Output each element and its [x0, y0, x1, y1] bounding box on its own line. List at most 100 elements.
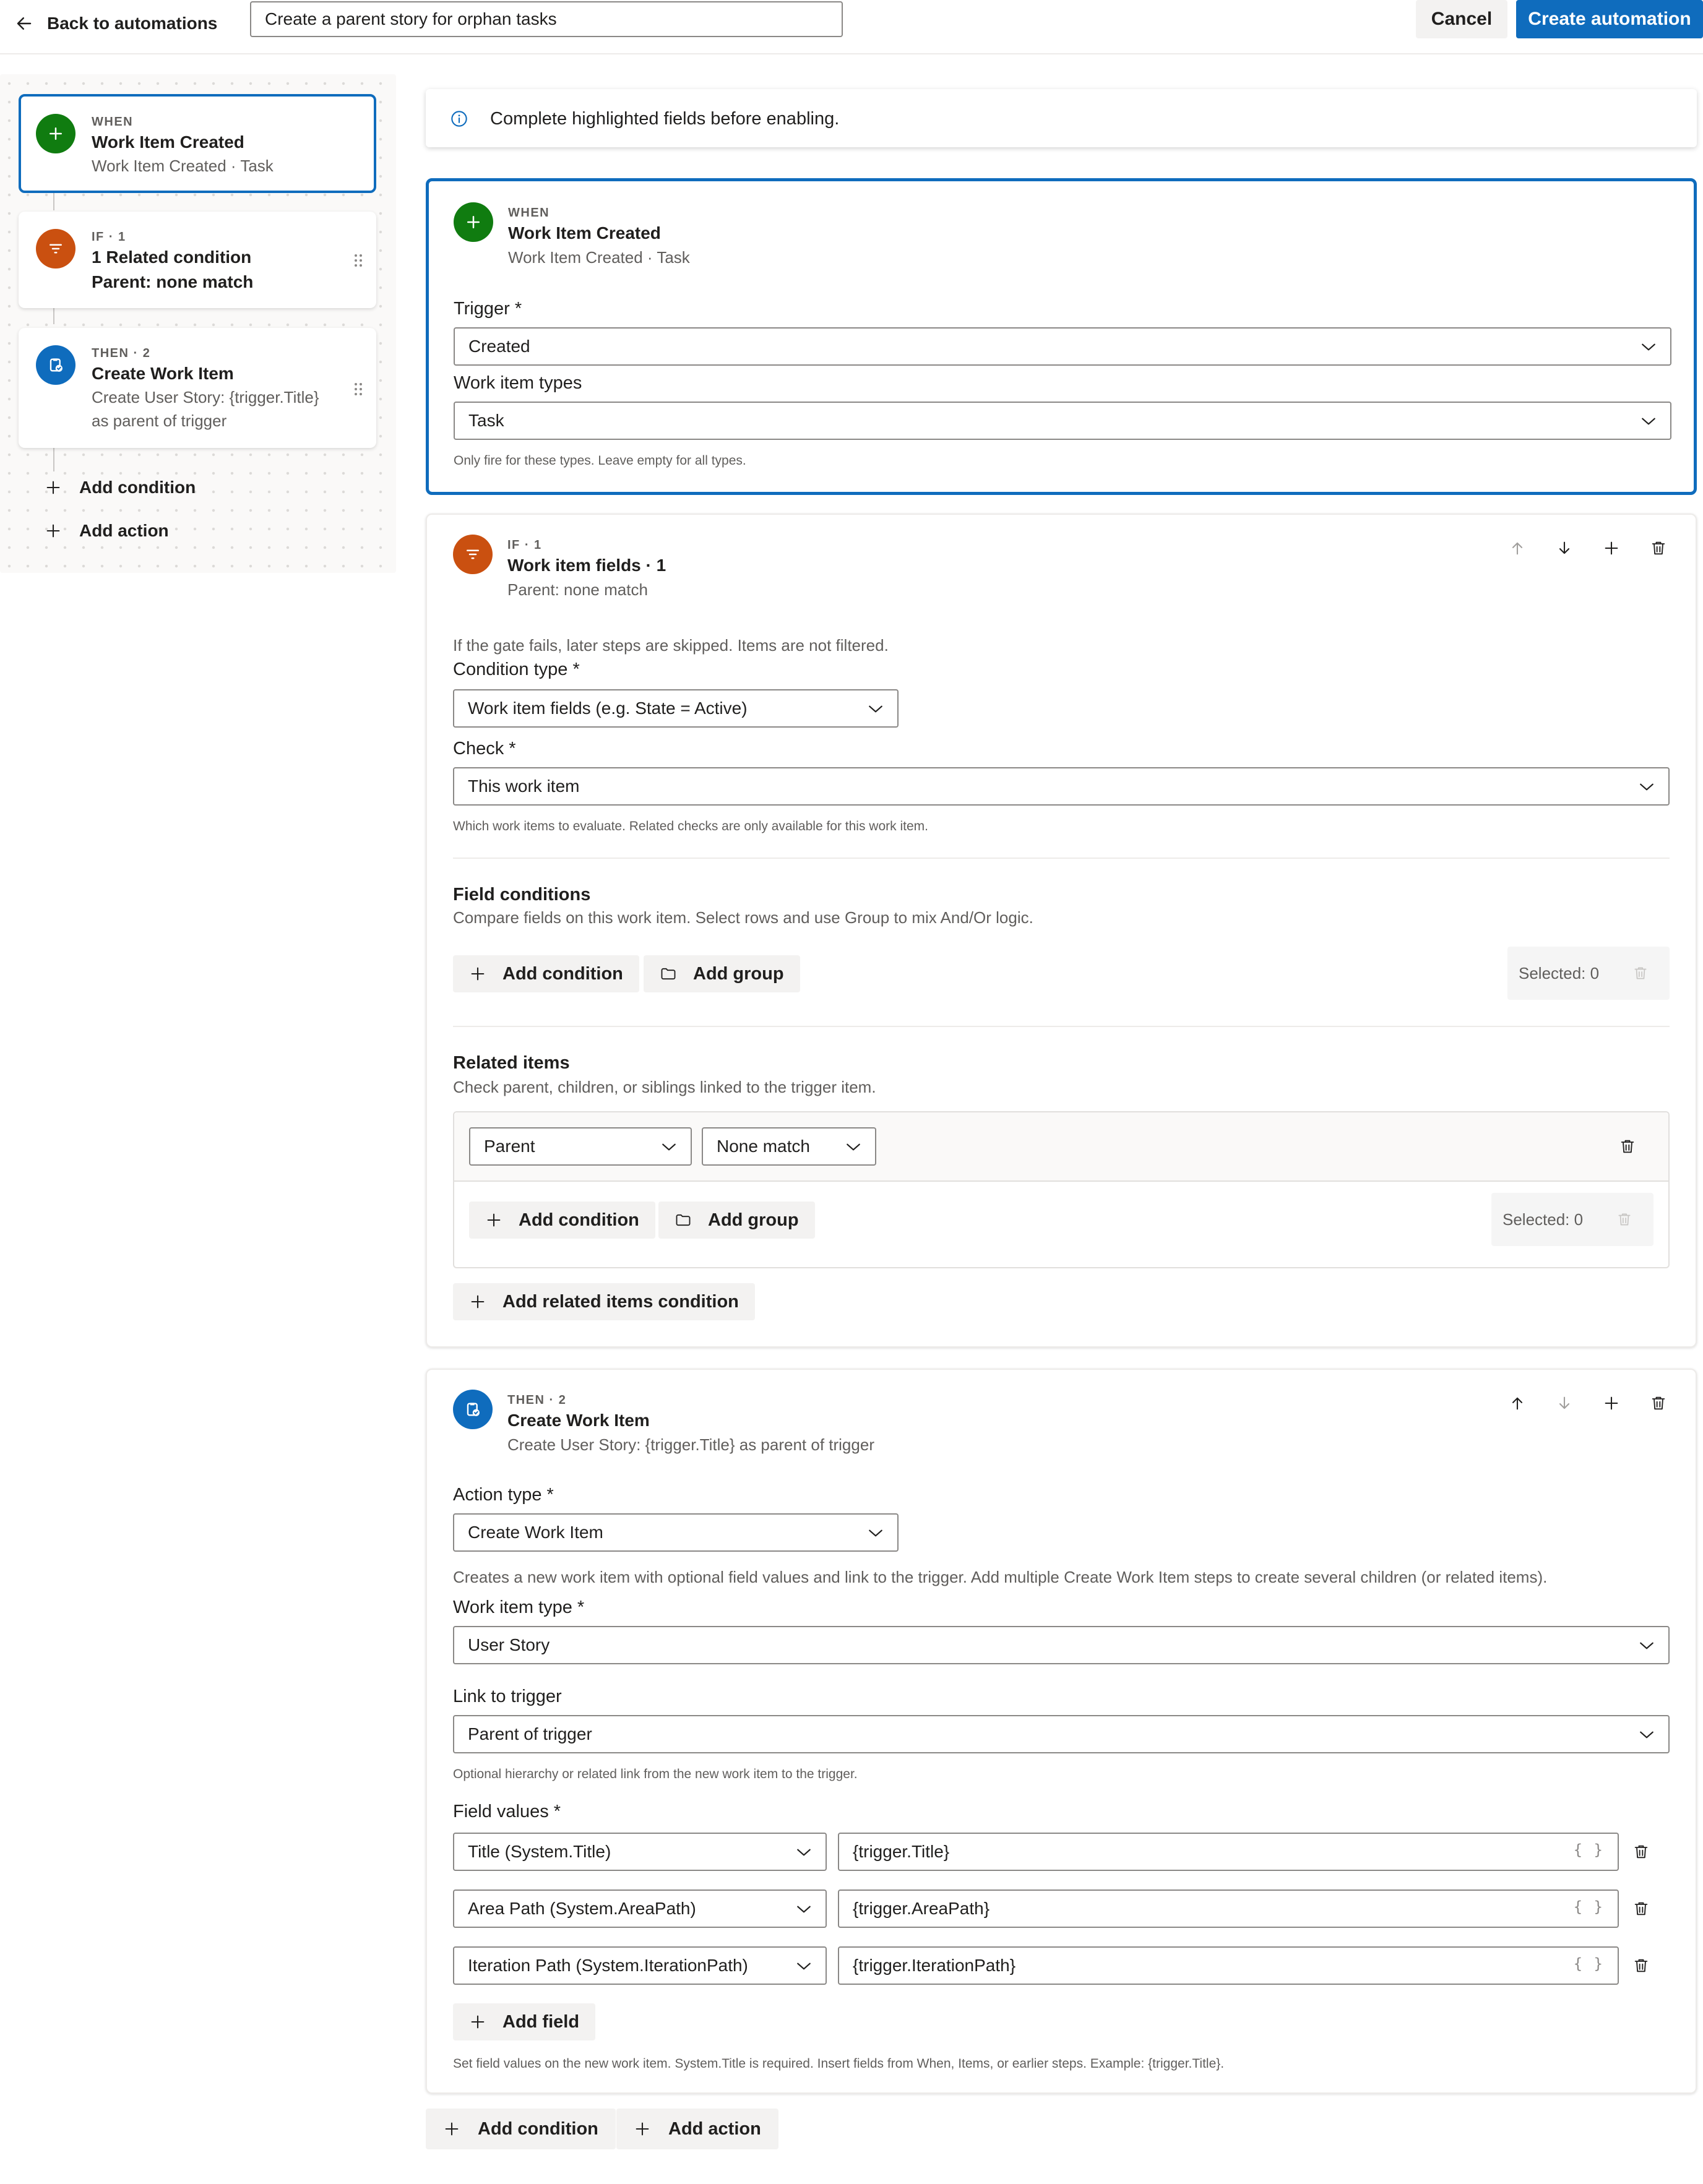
create-automation-button[interactable]: Create automation [1516, 0, 1703, 38]
automation-name-input[interactable] [250, 1, 843, 37]
condition-type-select[interactable]: Work item fields (e.g. State = Active) [453, 689, 899, 728]
plus-icon [445, 2122, 459, 2136]
delete-related-icon[interactable] [1619, 1137, 1636, 1156]
chevron-down-icon [797, 1906, 811, 1913]
rail-condition-card[interactable]: IF · 1 1 Related condition Parent: none … [19, 212, 376, 308]
add-related-items-condition-button[interactable]: Add related items condition [453, 1283, 755, 1320]
rail-when-card[interactable]: WHEN Work Item Created Work Item Created… [19, 94, 376, 193]
field-value-input[interactable]: {trigger.Title} { } [838, 1833, 1619, 1871]
action-type-value: Create Work Item [468, 1523, 603, 1542]
step-tag: THEN · 2 [92, 346, 151, 360]
step-title: Create Work Item [507, 1411, 650, 1430]
match-select[interactable]: None match [702, 1127, 876, 1166]
drag-handle-icon[interactable] [354, 254, 363, 267]
add-action-label: Add action [668, 2118, 761, 2139]
step-toolbar [1509, 540, 1667, 557]
folder-icon [661, 968, 676, 980]
divider [453, 858, 1670, 859]
delete-row-icon[interactable] [1632, 1956, 1650, 1975]
work-item-icon [36, 345, 75, 385]
related-items-title: Related items [453, 1053, 570, 1073]
link-hint: Optional hierarchy or related link from … [453, 1767, 858, 1781]
add-step-icon[interactable] [1603, 540, 1620, 557]
related-add-group-button[interactable]: Add group [658, 1202, 815, 1239]
work-item-type-select[interactable]: User Story [453, 1626, 1670, 1664]
back-to-automations-link[interactable]: Back to automations [15, 5, 217, 42]
add-action-button[interactable]: Add action [616, 2109, 778, 2149]
work-item-type-value: User Story [468, 1635, 550, 1654]
delete-row-icon[interactable] [1632, 1899, 1650, 1918]
add-condition-label: Add condition [478, 2118, 598, 2139]
selected-count-label: Selected: 0 [1519, 963, 1600, 982]
insert-field-icon[interactable]: { } [1574, 1841, 1604, 1859]
move-down-icon[interactable] [1556, 540, 1573, 557]
chevron-down-icon [847, 1143, 860, 1151]
plus-icon [471, 1295, 485, 1309]
move-up-icon[interactable] [1509, 1395, 1526, 1412]
step-tag: IF · 1 [507, 538, 542, 552]
work-item-types-select[interactable]: Task [454, 402, 1671, 440]
rail-action-card[interactable]: THEN · 2 Create Work Item Create User St… [19, 328, 376, 448]
relation-value: Parent [484, 1137, 535, 1156]
selected-count-label: Selected: 0 [1503, 1210, 1584, 1229]
chevron-down-icon [1640, 783, 1653, 791]
delete-selected-icon[interactable] [1632, 965, 1649, 982]
step-tag: IF · 1 [92, 230, 126, 244]
plus-icon [454, 202, 493, 242]
filter-icon [453, 535, 493, 574]
add-group-button[interactable]: Add group [644, 955, 800, 992]
check-select[interactable]: This work item [453, 767, 1670, 806]
cancel-button[interactable]: Cancel [1416, 0, 1507, 38]
add-field-button[interactable]: Add field [453, 2003, 596, 2040]
plus-icon [46, 481, 60, 494]
chevron-down-icon [797, 1963, 811, 1970]
chevron-down-icon [1642, 418, 1655, 425]
add-group-label: Add group [708, 1210, 799, 1230]
add-condition-label: Add condition [519, 1210, 639, 1230]
add-related-label: Add related items condition [502, 1291, 739, 1312]
related-items-header: Parent None match [454, 1112, 1668, 1182]
folder-icon [676, 1214, 691, 1226]
action-card: THEN · 2 Create Work Item Create User St… [426, 1369, 1697, 2094]
info-message: Complete highlighted fields before enabl… [490, 109, 840, 129]
connector-line [53, 192, 54, 210]
add-condition-button[interactable]: Add condition [426, 2109, 616, 2149]
field-value-input[interactable]: {trigger.IterationPath} { } [838, 1946, 1619, 1985]
filter-icon [36, 229, 75, 269]
action-type-select[interactable]: Create Work Item [453, 1513, 899, 1552]
add-step-icon[interactable] [1603, 1395, 1620, 1412]
trigger-select[interactable]: Created [454, 327, 1671, 366]
delete-row-icon[interactable] [1632, 1842, 1650, 1861]
plus-icon [636, 2122, 649, 2136]
link-to-trigger-label: Link to trigger [453, 1687, 562, 1706]
step-subtitle: Create User Story: {trigger.Title} as pa… [507, 1435, 874, 1454]
field-name: Title (System.Title) [468, 1842, 611, 1861]
move-down-icon[interactable] [1556, 1395, 1573, 1412]
relation-select[interactable]: Parent [469, 1127, 692, 1166]
move-up-icon[interactable] [1509, 540, 1526, 557]
chevron-down-icon [869, 705, 882, 713]
rail-add-condition-button[interactable]: Add condition [45, 478, 196, 497]
delete-icon[interactable] [1650, 1395, 1667, 1412]
step-tag: WHEN [92, 115, 134, 129]
check-value: This work item [468, 776, 580, 796]
link-to-trigger-value: Parent of trigger [468, 1724, 592, 1743]
related-add-condition-button[interactable]: Add condition [469, 1202, 655, 1239]
check-label: Check * [453, 739, 516, 759]
check-hint: Which work items to evaluate. Related ch… [453, 819, 928, 833]
delete-selected-icon[interactable] [1616, 1211, 1632, 1228]
field-select[interactable]: Area Path (System.AreaPath) [453, 1890, 827, 1928]
field-select[interactable]: Iteration Path (System.IterationPath) [453, 1946, 827, 1985]
gate-note: If the gate fails, later steps are skipp… [453, 636, 889, 655]
field-select[interactable]: Title (System.Title) [453, 1833, 827, 1871]
step-subtitle: Work Item Created · Task [92, 157, 274, 175]
link-to-trigger-select[interactable]: Parent of trigger [453, 1715, 1670, 1753]
insert-field-icon[interactable]: { } [1574, 1898, 1604, 1915]
add-condition-button[interactable]: Add condition [453, 955, 639, 992]
field-value-input[interactable]: {trigger.AreaPath} { } [838, 1890, 1619, 1928]
insert-field-icon[interactable]: { } [1574, 1955, 1604, 1972]
related-items-description: Check parent, children, or siblings link… [453, 1078, 876, 1096]
rail-add-action-button[interactable]: Add action [45, 521, 169, 541]
drag-handle-icon[interactable] [354, 382, 363, 396]
delete-icon[interactable] [1650, 540, 1667, 557]
